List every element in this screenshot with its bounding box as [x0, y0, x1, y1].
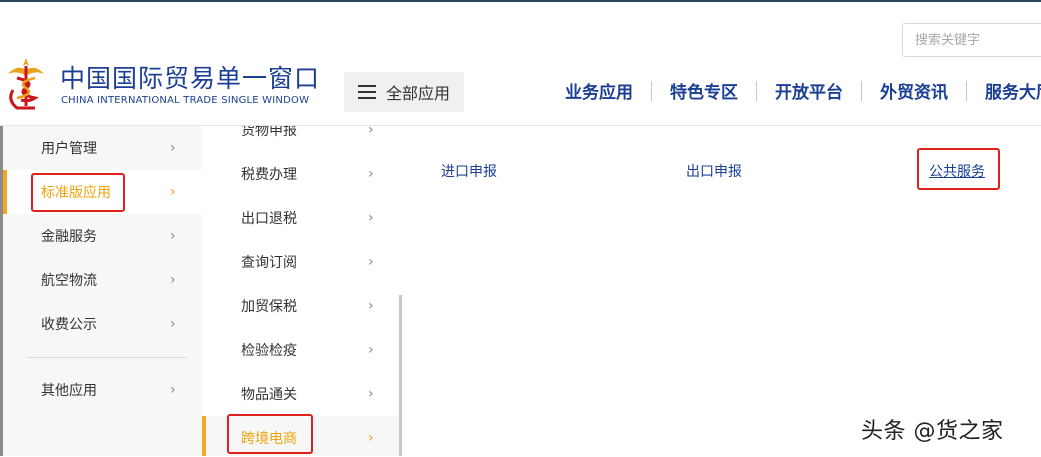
nav-service-hall[interactable]: 服务大厅	[985, 78, 1041, 103]
chevron-right-icon: ›	[368, 254, 374, 270]
menu-item-label: 金融服务	[41, 229, 97, 245]
chevron-right-icon: ›	[368, 126, 374, 138]
nav-featured-zone[interactable]: 特色专区	[670, 78, 738, 103]
search-input[interactable]	[902, 23, 1041, 57]
site-subtitle: CHINA INTERNATIONAL TRADE SINGLE WINDOW	[61, 95, 310, 106]
nav-trade-news[interactable]: 外贸资讯	[880, 78, 948, 103]
nav-business-apps[interactable]: 业务应用	[565, 78, 633, 103]
menu-goods-declaration[interactable]: 货物申报 ›	[202, 126, 401, 152]
menu-other-apps[interactable]: 其他应用 ›	[3, 368, 202, 412]
chevron-right-icon: ›	[368, 298, 374, 314]
menu-item-label: 用户管理	[41, 141, 97, 157]
chevron-right-icon: ›	[170, 382, 176, 398]
link-import-declaration[interactable]: 进口申报	[441, 161, 497, 181]
menu-processing-bonded[interactable]: 加贸保税 ›	[202, 284, 401, 328]
chevron-right-icon: ›	[170, 184, 176, 200]
chevron-right-icon: ›	[170, 316, 176, 332]
chevron-right-icon: ›	[368, 210, 374, 226]
menu-air-logistics[interactable]: 航空物流 ›	[3, 258, 202, 302]
site-title[interactable]: 中国国际贸易单一窗口	[60, 59, 320, 95]
chevron-right-icon: ›	[368, 430, 374, 446]
menu-item-label: 收费公示	[41, 317, 97, 333]
site-header: 中国国际贸易单一窗口 CHINA INTERNATIONAL TRADE SIN…	[0, 2, 1041, 125]
chevron-right-icon: ›	[368, 386, 374, 402]
menu-tax-handling[interactable]: 税费办理 ›	[202, 152, 401, 196]
menu-icon	[358, 85, 376, 99]
menu-article-clearance[interactable]: 物品通关 ›	[202, 372, 401, 416]
menu-item-label: 货物申报	[241, 126, 297, 139]
chevron-right-icon: ›	[170, 272, 176, 288]
link-export-declaration[interactable]: 出口申报	[686, 161, 742, 181]
menu-inspection-quarantine[interactable]: 检验检疫 ›	[202, 328, 401, 372]
chevron-right-icon: ›	[368, 342, 374, 358]
menu-item-label: 航空物流	[41, 273, 97, 289]
highlight-box	[31, 173, 125, 212]
highlight-box	[227, 414, 313, 454]
menu-query-subscribe[interactable]: 查询订阅 ›	[202, 240, 401, 284]
nav-separator	[861, 80, 862, 101]
menu-fee-disclosure[interactable]: 收费公示 ›	[3, 302, 202, 346]
chevron-right-icon: ›	[170, 228, 176, 244]
menu-item-label: 税费办理	[241, 167, 297, 183]
menu-item-label: 其他应用	[41, 383, 97, 399]
menu-level2: 货物申报 › 税费办理 › 出口退税 › 查询订阅 › 加贸保税 › 检验检疫 …	[202, 126, 401, 456]
menu-financial-services[interactable]: 金融服务 ›	[3, 214, 202, 258]
chevron-right-icon: ›	[170, 140, 176, 156]
menu-item-label: 物品通关	[241, 387, 297, 403]
menu-item-label: 检验检疫	[241, 343, 297, 359]
nav-separator	[756, 80, 757, 101]
active-indicator	[3, 170, 7, 214]
nav-separator	[651, 80, 652, 101]
menu-divider	[27, 357, 187, 358]
menu-item-label: 出口退税	[241, 211, 297, 227]
nav-open-platform[interactable]: 开放平台	[775, 78, 843, 103]
active-indicator	[202, 416, 206, 456]
all-apps-label: 全部应用	[386, 84, 451, 103]
customs-emblem-icon	[8, 58, 44, 110]
nav-separator	[966, 80, 967, 101]
all-apps-button[interactable]: 全部应用	[344, 72, 464, 112]
menu-item-label: 查询订阅	[241, 255, 297, 271]
scrollbar[interactable]	[399, 295, 402, 456]
highlight-box	[917, 148, 1000, 190]
menu-user-management[interactable]: 用户管理 ›	[3, 126, 202, 170]
menu-item-label: 加贸保税	[241, 299, 297, 315]
menu-export-tax-refund[interactable]: 出口退税 ›	[202, 196, 401, 240]
watermark: 头条 @货之家	[861, 419, 1004, 444]
chevron-right-icon: ›	[368, 166, 374, 182]
main-nav: 业务应用 特色专区 开放平台 外贸资讯 服务大厅	[565, 78, 1041, 103]
